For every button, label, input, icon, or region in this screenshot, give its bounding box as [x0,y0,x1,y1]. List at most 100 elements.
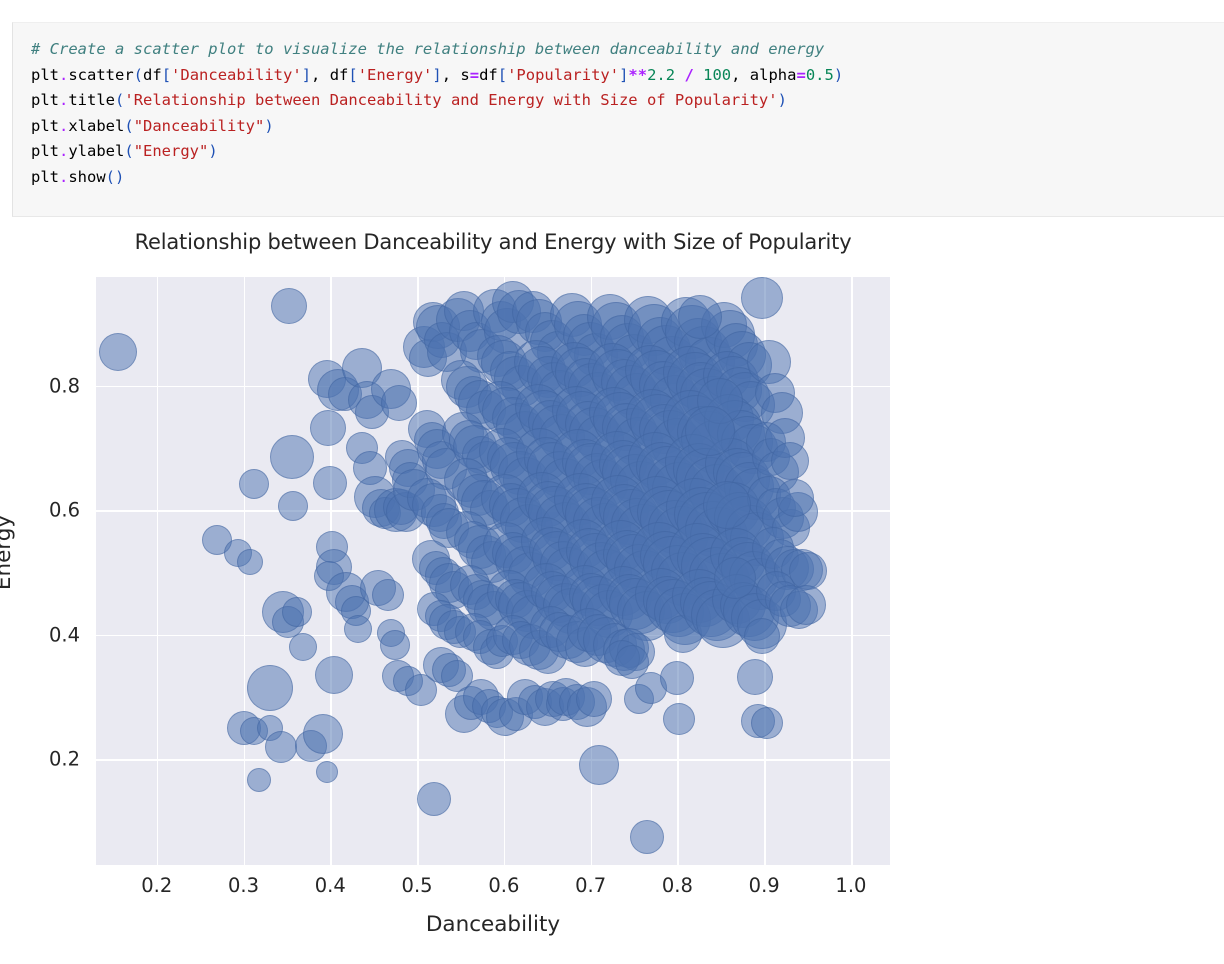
code-token: show [68,167,106,186]
scatter-point [771,441,810,480]
code-token: # Create a scatter plot to visualize the… [31,40,825,58]
scatter-point [576,681,613,718]
code-token: [ [348,65,358,84]
x-tick-label: 0.3 [228,874,260,897]
code-token: ylabel [68,142,125,160]
code-token: . [59,142,69,160]
x-tick-label: 1.0 [835,874,867,897]
code-token: alpha [749,65,797,84]
code-token: ( [133,65,144,84]
code-token: scatter [68,65,134,84]
scatter-point [685,405,736,456]
code-line-4: plt.xlabel("Danceability") [31,114,1224,140]
scatter-point [270,288,307,325]
code-token: plt [31,142,59,160]
scatter-point [238,468,269,499]
matplotlib-figure: Relationship between Danceability and En… [0,222,1224,964]
code-token: ) [115,167,125,186]
scatter-point [663,703,696,736]
code-token: . [59,91,69,109]
code-token: s [460,65,470,84]
scatter-point [98,332,137,371]
code-token: . [59,116,69,135]
code-token: 0.5 [805,65,834,84]
scatter-point [785,584,826,625]
x-tick-label: 0.6 [488,874,520,897]
code-token: ( [105,167,116,186]
y-axis-label: Energy [0,514,17,591]
scatter-point [246,665,293,712]
code-token: 100 [703,65,732,84]
code-token: 'Danceability' [171,65,302,84]
code-token: ) [208,142,218,160]
scatter-point [737,659,774,696]
code-token: df [143,65,162,84]
code-token: ) [833,65,844,84]
scatter-point [314,656,353,695]
x-tick-label: 0.8 [661,874,693,897]
code-token: ** [628,65,648,84]
scatter-point [750,707,783,740]
scatter-point [315,761,338,784]
code-token: , [441,65,461,84]
code-token: "Energy" [133,142,209,160]
scatter-point [237,548,264,575]
scatter-point [247,768,272,793]
code-token: plt [31,91,59,109]
code-token: "Danceability" [133,116,265,135]
scatter-point [379,629,410,660]
scatter-point [371,578,404,611]
scatter-point [288,632,317,661]
code-token: 'Popularity' [507,65,620,84]
scatter-point [303,713,344,754]
scatter-point [579,745,620,786]
scatter-point [270,434,315,479]
code-token: ] [301,65,312,84]
code-token: = [796,65,806,84]
code-token: df [329,65,349,84]
code-token: , [731,65,750,84]
scatter-point [313,465,348,500]
scatter-point [309,409,346,446]
code-line-3: plt.title('Relationship between Danceabi… [31,88,1224,114]
code-token: plt [31,116,59,135]
scatter-point [417,782,452,817]
scatter-point [630,820,665,854]
code-token: , [311,65,330,84]
code-source: # Create a scatter plot to visualize the… [31,37,1224,190]
scatter-plot-axes [96,277,890,865]
scatter-point [713,556,756,599]
scatter-point [743,618,780,655]
scatter-point [660,661,695,696]
code-token: xlabel [68,116,125,135]
x-tick-label: 0.2 [141,874,173,897]
scatter-point [264,731,297,764]
scatter-point [344,615,373,644]
code-token: title [68,91,116,109]
code-line-1: # Create a scatter plot to visualize the… [31,37,1224,63]
code-token: . [59,167,69,186]
code-cell[interactable]: # Create a scatter plot to visualize the… [12,22,1224,217]
code-token: ( [124,116,134,135]
x-axis-label: Danceability [425,912,561,937]
scatter-points [96,277,890,865]
code-token: df [479,65,498,84]
code-token: / [684,65,694,84]
code-line-5: plt.ylabel("Energy") [31,139,1224,165]
code-token: ( [115,91,125,109]
code-line-2: plt.scatter(df['Danceability'], df['Ener… [31,63,1224,89]
x-tick-label: 0.7 [575,874,607,897]
code-token: ( [124,142,134,160]
scatter-point [775,478,814,517]
scatter-point [282,596,313,627]
code-token: [ [497,65,508,84]
code-token: ] [432,65,442,84]
code-token: [ [161,65,172,84]
code-token: 'Energy' [357,65,433,84]
code-token: 'Relationship between Danceability and E… [124,91,778,109]
scatter-point [277,490,308,521]
scatter-point [702,481,751,530]
code-token: plt [31,65,59,84]
code-token: . [59,65,69,84]
